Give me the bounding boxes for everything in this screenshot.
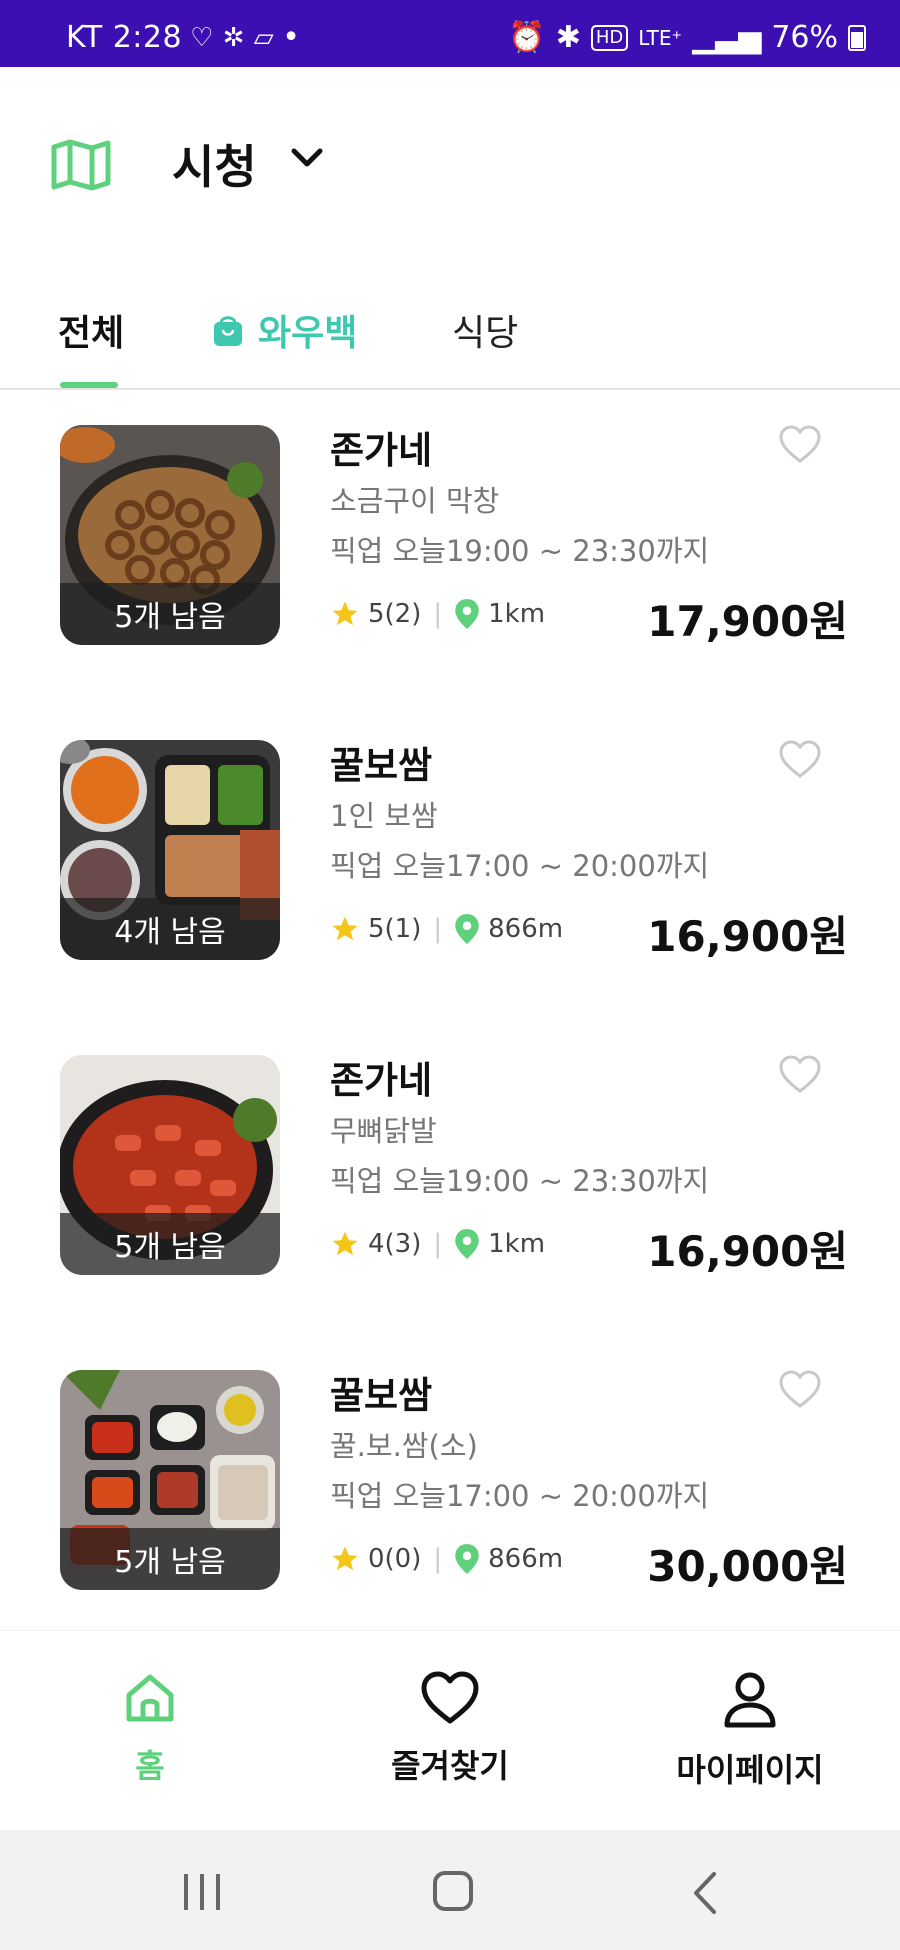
nav-home[interactable]: 홈 [0,1671,300,1787]
store-name: 꿀보쌈 [330,744,433,787]
star-icon [332,1231,358,1256]
pickup-time: 픽업 오늘17:00 ~ 20:00까지 [330,1479,710,1513]
alarm-icon: ⏰ [508,20,546,55]
distance: 866m [488,914,564,944]
menu-name: 꿀.보.쌈(소) [330,1429,478,1463]
bluetooth-icon: ✱ [555,20,581,55]
divider: | [433,914,443,944]
store-name: 존가네 [330,429,433,472]
list-item[interactable]: 4개 남음 꿀보쌈 1인 보쌈 픽업 오늘17:00 ~ 20:00까지 5(1… [0,707,900,967]
heart-icon[interactable] [778,424,822,464]
price: 16,900원 [647,1227,848,1276]
battery-icon [848,24,866,51]
food-thumbnail: 5개 남음 [60,1055,280,1275]
nav-mypage[interactable]: 마이페이지 [600,1671,900,1791]
star-icon [332,1546,358,1571]
pickup-time: 픽업 오늘17:00 ~ 20:00까지 [330,849,710,883]
category-tabs: 전체 와우백 식당 [0,290,900,390]
notification-icons: ♡ ✲ ▱ [190,22,275,53]
list-item[interactable]: 5개 남음 존가네 무뼈닭발 픽업 오늘19:00 ~ 23:30까지 4(3)… [0,1022,900,1282]
stock-badge: 5개 남음 [60,1528,280,1590]
bottom-nav: 홈 즐겨찾기 마이페이지 [0,1630,900,1830]
distance: 866m [488,1544,564,1574]
tab-restaurant-label: 식당 [452,313,519,354]
status-left: KT 2:28 ♡ ✲ ▱ • [66,20,300,55]
back-icon[interactable] [690,1870,720,1916]
item-meta: 5(1) | 866m [330,913,563,945]
rating: 4(3) [368,1229,422,1259]
nav-mypage-label: 마이페이지 [676,1751,824,1789]
hd-badge: HD [590,24,629,51]
tab-all-label: 전체 [58,313,125,354]
list-item[interactable]: 5개 남음 꿀보쌈 꿀.보.쌈(소) 픽업 오늘17:00 ~ 20:00까지 … [0,1337,900,1597]
price: 30,000원 [647,1542,848,1591]
store-name: 꿀보쌈 [330,1374,433,1417]
stock-badge: 5개 남음 [60,1213,280,1275]
network-type: LTE⁺ [638,25,683,50]
location-pin-icon [455,1229,479,1259]
divider: | [433,599,443,629]
recent-apps-icon[interactable] [180,1870,224,1914]
stock-badge: 5개 남음 [60,583,280,645]
nav-favorites[interactable]: 즐겨찾기 [300,1671,600,1787]
star-icon [332,601,358,626]
signal-icon: ▁▃▅ [692,20,762,55]
rating: 0(0) [368,1544,422,1574]
user-icon [724,1672,776,1728]
location-pin-icon [455,599,479,629]
heart-icon [421,1671,479,1724]
distance: 1km [488,1229,546,1259]
stock-badge: 4개 남음 [60,898,280,960]
location-pin-icon [455,914,479,944]
item-meta: 5(2) | 1km [330,598,545,630]
home-button-icon[interactable] [432,1870,474,1912]
list-item[interactable]: 5개 남음 존가네 소금구이 막창 픽업 오늘19:00 ~ 23:30까지 5… [0,392,900,652]
menu-name: 무뼈닭발 [330,1114,437,1148]
divider: | [433,1544,443,1574]
food-thumbnail: 5개 남음 [60,1370,280,1590]
status-dot: • [282,20,301,55]
bag-icon [214,316,242,346]
nav-favorites-label: 즐겨찾기 [391,1747,509,1785]
header: 시청 [0,67,900,267]
battery-percent: 76% [771,20,838,55]
divider: | [433,1229,443,1259]
menu-name: 1인 보쌈 [330,799,438,833]
tab-wowbag-label: 와우백 [258,313,358,354]
price: 16,900원 [647,912,848,961]
tab-indicator [60,382,118,388]
food-thumbnail: 5개 남음 [60,425,280,645]
food-thumbnail: 4개 남음 [60,740,280,960]
status-bar: KT 2:28 ♡ ✲ ▱ • ⏰ ✱ HD LTE⁺ ▁▃▅ 76% [0,0,900,67]
tab-restaurant[interactable]: 식당 [452,304,518,356]
system-nav-bar [0,1830,900,1950]
chevron-down-icon[interactable] [290,147,324,169]
heart-icon[interactable] [778,739,822,779]
pickup-time: 픽업 오늘19:00 ~ 23:30까지 [330,534,710,568]
location-pin-icon [455,1544,479,1574]
location-selector[interactable]: 시청 [172,131,257,197]
heart-icon[interactable] [778,1054,822,1094]
home-icon [126,1674,174,1722]
menu-name: 소금구이 막창 [330,484,500,518]
carrier-time: KT 2:28 [66,20,183,55]
pickup-time: 픽업 오늘19:00 ~ 23:30까지 [330,1164,710,1198]
rating: 5(1) [368,914,422,944]
star-icon [332,916,358,941]
status-right: ⏰ ✱ HD LTE⁺ ▁▃▅ 76% [508,20,866,55]
store-name: 존가네 [330,1059,433,1102]
map-icon[interactable] [50,139,112,191]
price: 17,900원 [647,597,848,646]
item-meta: 0(0) | 866m [330,1543,563,1575]
rating: 5(2) [368,599,422,629]
heart-icon[interactable] [778,1369,822,1409]
tab-wowbag[interactable]: 와우백 [212,304,357,356]
nav-home-label: 홈 [135,1747,165,1785]
distance: 1km [488,599,546,629]
tab-all[interactable]: 전체 [58,304,124,356]
item-meta: 4(3) | 1km [330,1228,545,1260]
